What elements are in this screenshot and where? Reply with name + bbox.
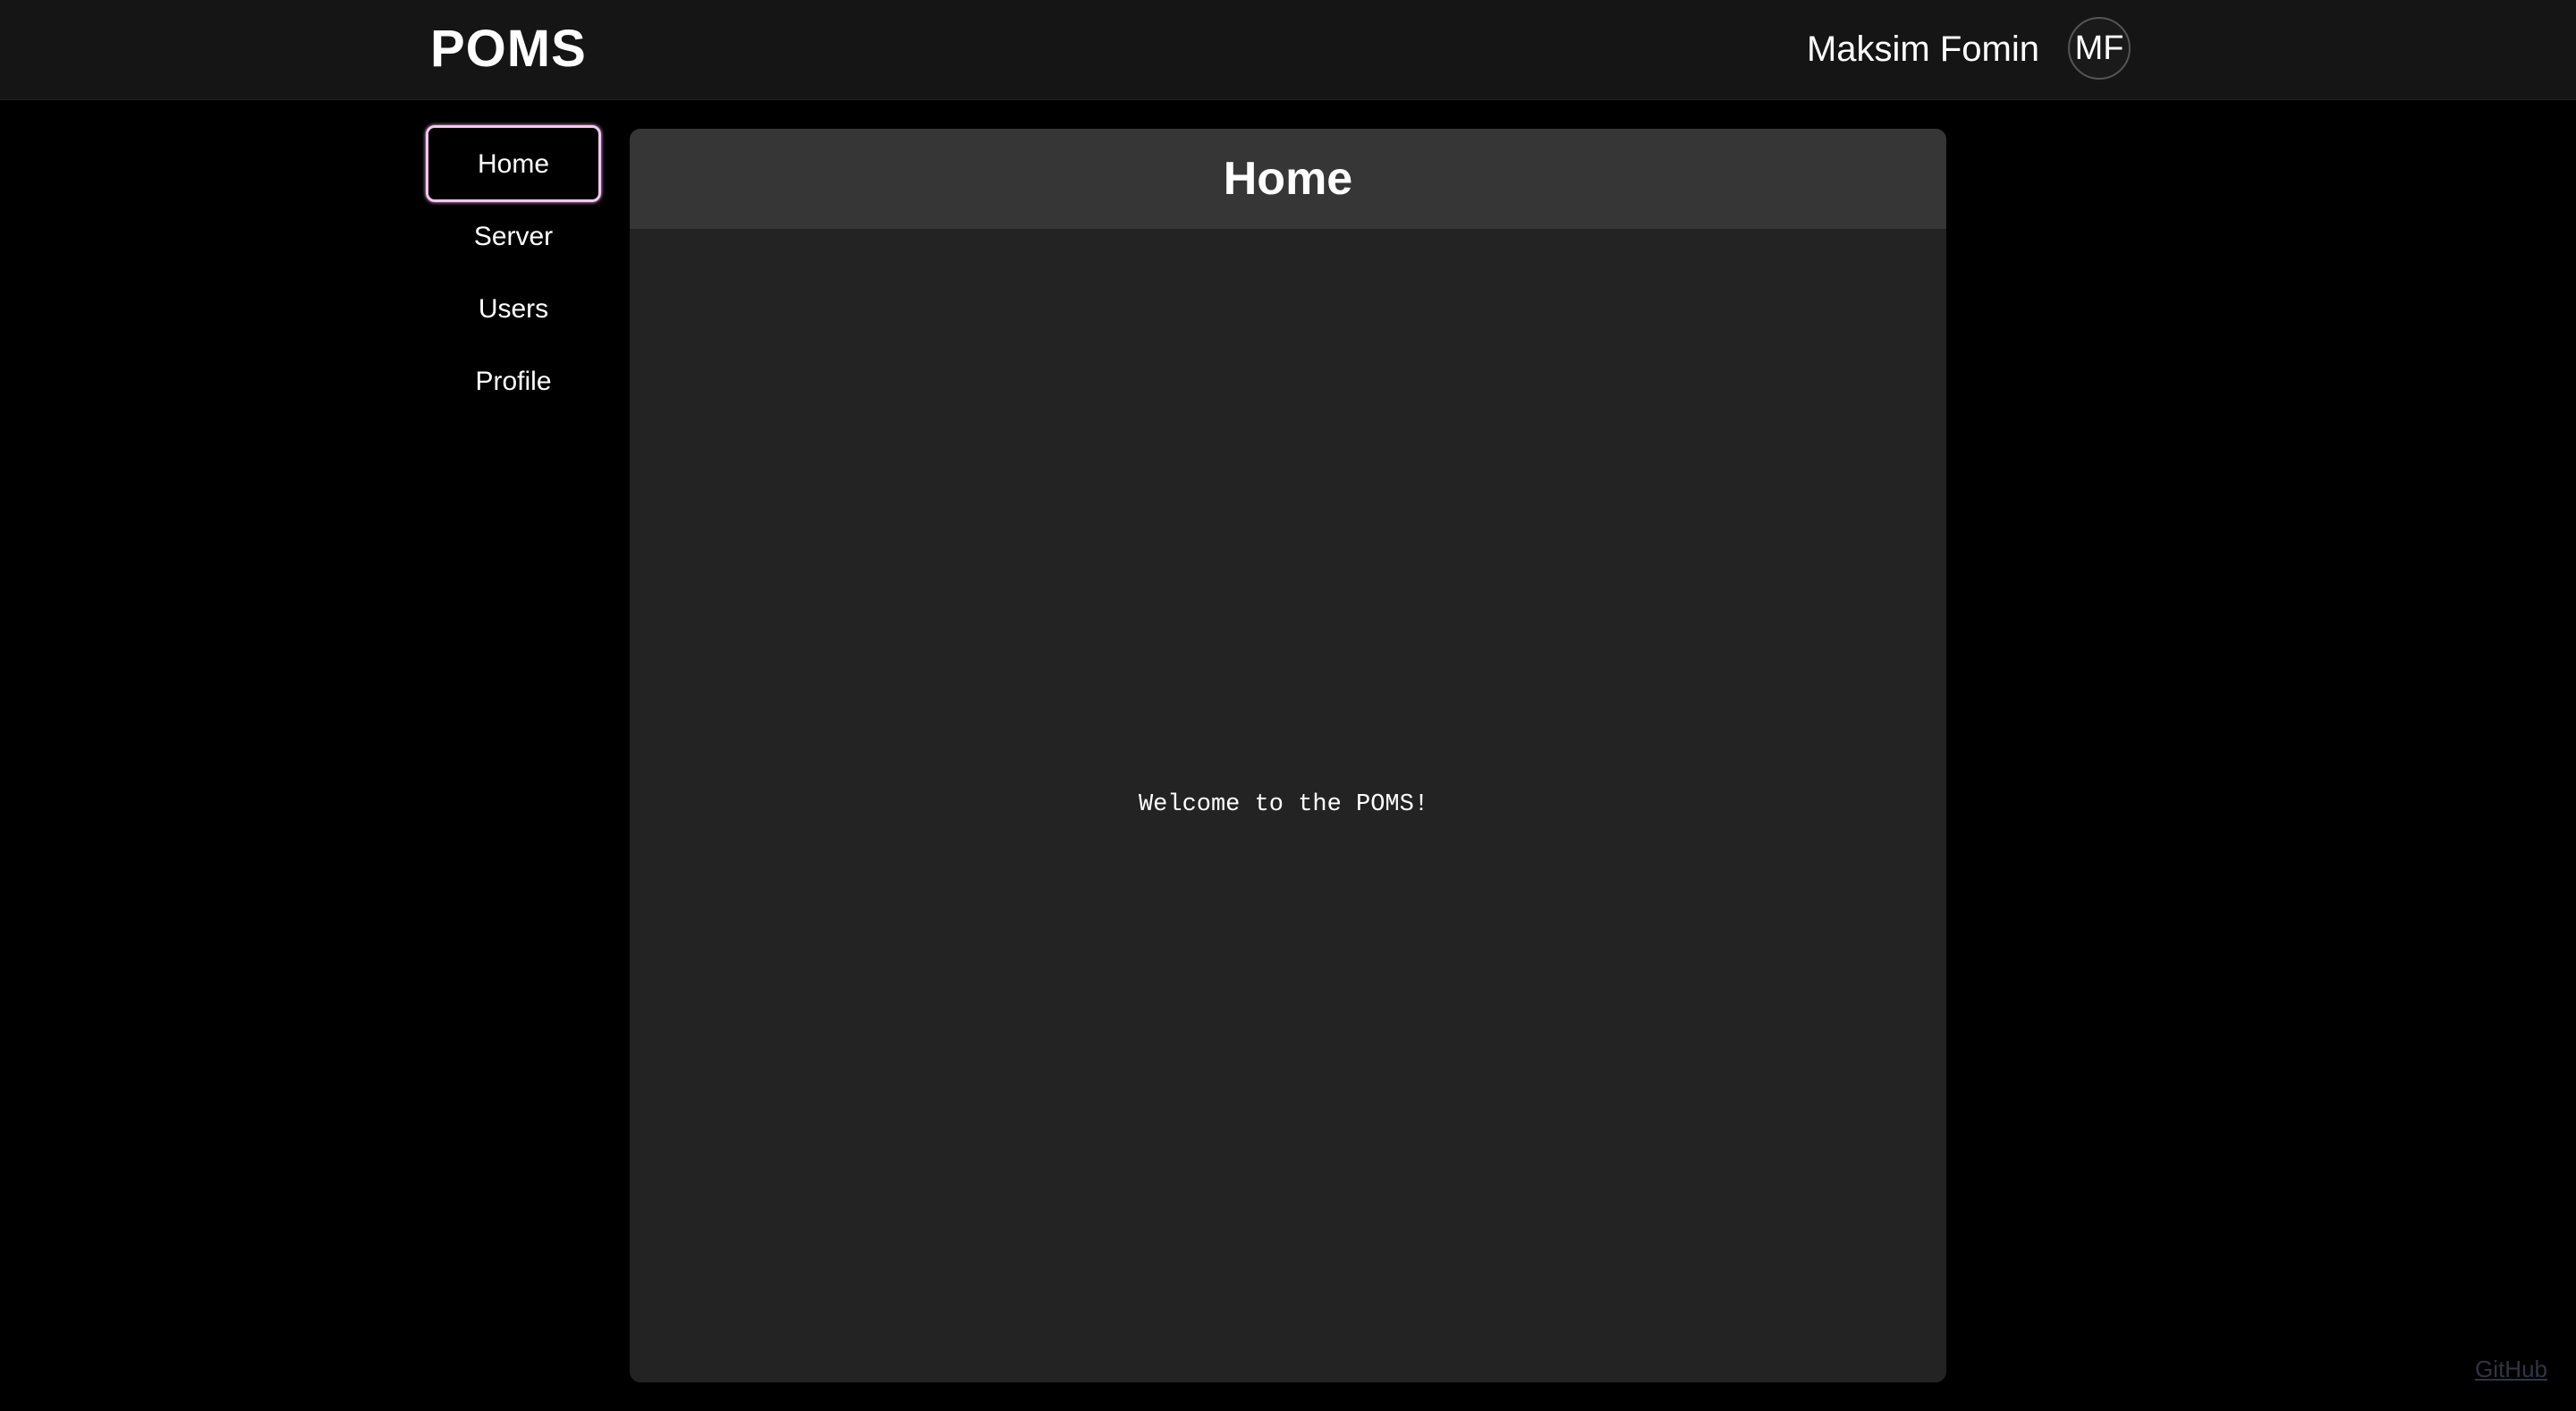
sidebar-item-users[interactable]: Users — [426, 270, 601, 347]
avatar[interactable]: MF — [2068, 17, 2131, 80]
brand-logo[interactable]: POMS — [430, 18, 587, 80]
top-bar: POMS Maksim Fomin MF — [0, 0, 2576, 100]
page-title: Home — [630, 129, 1946, 229]
main-panel: Home Welcome to the POMS! — [630, 129, 1946, 1382]
github-link[interactable]: GitHub — [2475, 1356, 2547, 1383]
welcome-message: Welcome to the POMS! — [1138, 791, 1429, 818]
user-name: Maksim Fomin — [1806, 30, 2039, 69]
sidebar-item-profile[interactable]: Profile — [426, 342, 601, 419]
sidebar-nav: Home Server Users Profile — [426, 125, 605, 415]
sidebar-item-server[interactable]: Server — [426, 198, 601, 275]
sidebar-item-home[interactable]: Home — [426, 125, 601, 202]
